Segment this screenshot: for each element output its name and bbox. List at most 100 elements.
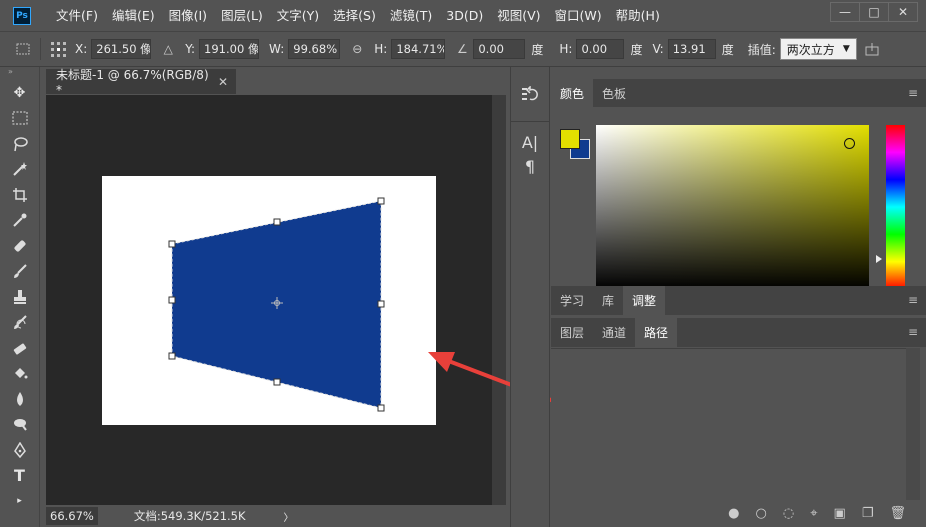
status-arrow-icon[interactable]: 〉: [284, 509, 294, 524]
move-tool-icon[interactable]: ✥: [0, 80, 39, 106]
v-skew-input[interactable]: 13.91: [667, 39, 716, 59]
handle-bottom-right: [377, 404, 385, 412]
angle-input[interactable]: 0.00: [473, 39, 526, 59]
menu-file[interactable]: 文件(F): [49, 0, 105, 31]
transform-tool-icon[interactable]: [12, 38, 34, 60]
hue-slider[interactable]: [886, 125, 905, 289]
eyedropper-tool-icon[interactable]: [0, 208, 39, 234]
eraser-tool-icon[interactable]: [0, 335, 39, 361]
tab-channels[interactable]: 通道: [593, 318, 635, 347]
warp-toggle-icon[interactable]: [861, 38, 883, 60]
menu-3d[interactable]: 3D(D): [439, 0, 490, 31]
stroke-path-icon[interactable]: ○: [756, 506, 767, 521]
tab-layers[interactable]: 图层: [551, 318, 593, 347]
menu-type[interactable]: 文字(Y): [270, 0, 326, 31]
handle-bottom-middle: [273, 378, 281, 386]
angle-unit: 度: [531, 42, 544, 57]
rotate-angle-icon: ∠: [456, 42, 468, 56]
paths-scrollbar[interactable]: [906, 348, 920, 500]
pen-tool-icon[interactable]: [0, 437, 39, 463]
menu-image[interactable]: 图像(I): [162, 0, 214, 31]
dodge-tool-icon[interactable]: [0, 412, 39, 438]
healing-brush-tool-icon[interactable]: [0, 233, 39, 259]
reference-point-icon[interactable]: [47, 38, 69, 60]
history-panel-icon[interactable]: [511, 83, 549, 107]
blur-tool-icon[interactable]: [0, 386, 39, 412]
paragraph-panel-icon[interactable]: ¶: [511, 154, 549, 178]
menu-view[interactable]: 视图(V): [490, 0, 547, 31]
layers-panel-tabs: 图层 通道 路径 ≡: [551, 318, 926, 347]
path-selection-tool-icon[interactable]: ▸: [0, 488, 39, 514]
add-mask-icon[interactable]: ▣: [834, 506, 846, 521]
toolbar-collapse-icon[interactable]: »: [0, 67, 39, 80]
adjustments-panel-tabs: 学习 库 调整 ≡: [551, 286, 926, 315]
divider: [40, 38, 41, 60]
paths-list[interactable]: [551, 348, 906, 500]
handle-middle-left: [168, 296, 176, 304]
v-skew-label: V:: [652, 42, 664, 56]
color-picker-field[interactable]: [596, 125, 869, 289]
close-document-icon[interactable]: ✕: [218, 75, 228, 89]
vertical-scrollbar[interactable]: [492, 95, 506, 505]
adjustments-panel: 学习 库 调整 ≡: [551, 286, 926, 315]
tab-libraries[interactable]: 库: [593, 286, 623, 315]
restore-button[interactable]: □: [859, 2, 889, 22]
lasso-tool-icon[interactable]: [0, 131, 39, 157]
make-path-icon[interactable]: ⌖: [810, 506, 817, 521]
type-tool-icon[interactable]: T: [0, 463, 39, 489]
load-selection-icon[interactable]: ◌: [783, 506, 794, 521]
panel-menu-icon[interactable]: ≡: [908, 86, 918, 100]
right-panels: 颜色 色板 ≡ 学习 库 调整 ≡ 图层 通道 路径 ≡ ● ○ ◌ ⌖ ▣ ❐…: [551, 67, 926, 527]
menu-window[interactable]: 窗口(W): [548, 0, 609, 31]
delta-icon[interactable]: △: [157, 38, 179, 60]
minimize-button[interactable]: —: [830, 2, 860, 22]
menu-layer[interactable]: 图层(L): [214, 0, 270, 31]
new-path-icon[interactable]: ❐: [862, 506, 874, 521]
h-label: H:: [374, 42, 388, 56]
magic-wand-tool-icon[interactable]: [0, 157, 39, 183]
panel-icon-strip: A| ¶: [510, 67, 550, 527]
clone-stamp-tool-icon[interactable]: [0, 284, 39, 310]
foreground-color-swatch[interactable]: [560, 129, 580, 149]
y-input[interactable]: 191.00 像素: [199, 39, 260, 59]
hue-slider-marker[interactable]: [876, 255, 882, 263]
tab-swatches[interactable]: 色板: [593, 79, 635, 107]
document-tab[interactable]: 未标题-1 @ 66.7%(RGB/8) * ✕: [46, 68, 236, 97]
tab-color[interactable]: 颜色: [551, 79, 594, 107]
status-bar: 66.67% 文档:549.3K/521.5K 〉: [46, 505, 506, 527]
close-button[interactable]: ✕: [888, 2, 918, 22]
link-icon[interactable]: ⊖: [346, 38, 368, 60]
brush-tool-icon[interactable]: [0, 259, 39, 285]
x-input[interactable]: 261.50 像素: [91, 39, 152, 59]
handle-top-left: [168, 240, 176, 248]
panel-menu-icon[interactable]: ≡: [908, 325, 918, 339]
delete-path-icon[interactable]: 🗑: [889, 506, 906, 521]
menu-filter[interactable]: 滤镜(T): [383, 0, 439, 31]
canvas-workspace[interactable]: [46, 95, 492, 505]
menu-edit[interactable]: 编辑(E): [105, 0, 162, 31]
history-brush-tool-icon[interactable]: [0, 310, 39, 336]
paint-bucket-tool-icon[interactable]: [0, 361, 39, 387]
interpolation-value: 两次立方: [786, 42, 835, 57]
color-picker-cursor[interactable]: [844, 138, 855, 149]
tab-paths[interactable]: 路径: [635, 318, 678, 347]
h-skew-input[interactable]: 0.00: [576, 39, 625, 59]
photoshop-logo-icon[interactable]: Ps: [13, 6, 31, 25]
y-label: Y:: [185, 42, 196, 56]
document-title: 未标题-1 @ 66.7%(RGB/8) *: [56, 68, 209, 97]
tools-panel: » ✥ T ▸: [0, 67, 40, 527]
menu-help[interactable]: 帮助(H): [609, 0, 667, 31]
zoom-level[interactable]: 66.67%: [46, 507, 98, 525]
marquee-tool-icon[interactable]: [0, 106, 39, 132]
crop-tool-icon[interactable]: [0, 182, 39, 208]
interpolation-select[interactable]: 两次立方 ▼: [779, 38, 857, 60]
tab-adjustments[interactable]: 调整: [623, 286, 666, 315]
w-input[interactable]: 99.68%: [288, 39, 341, 59]
character-panel-icon[interactable]: A|: [511, 130, 549, 154]
tab-learn[interactable]: 学习: [551, 286, 593, 315]
menu-bar: Ps 文件(F) 编辑(E) 图像(I) 图层(L) 文字(Y) 选择(S) 滤…: [0, 0, 926, 31]
menu-select[interactable]: 选择(S): [326, 0, 383, 31]
panel-menu-icon[interactable]: ≡: [908, 293, 918, 307]
fill-path-icon[interactable]: ●: [728, 506, 739, 521]
h-input[interactable]: 184.71%: [391, 39, 446, 59]
